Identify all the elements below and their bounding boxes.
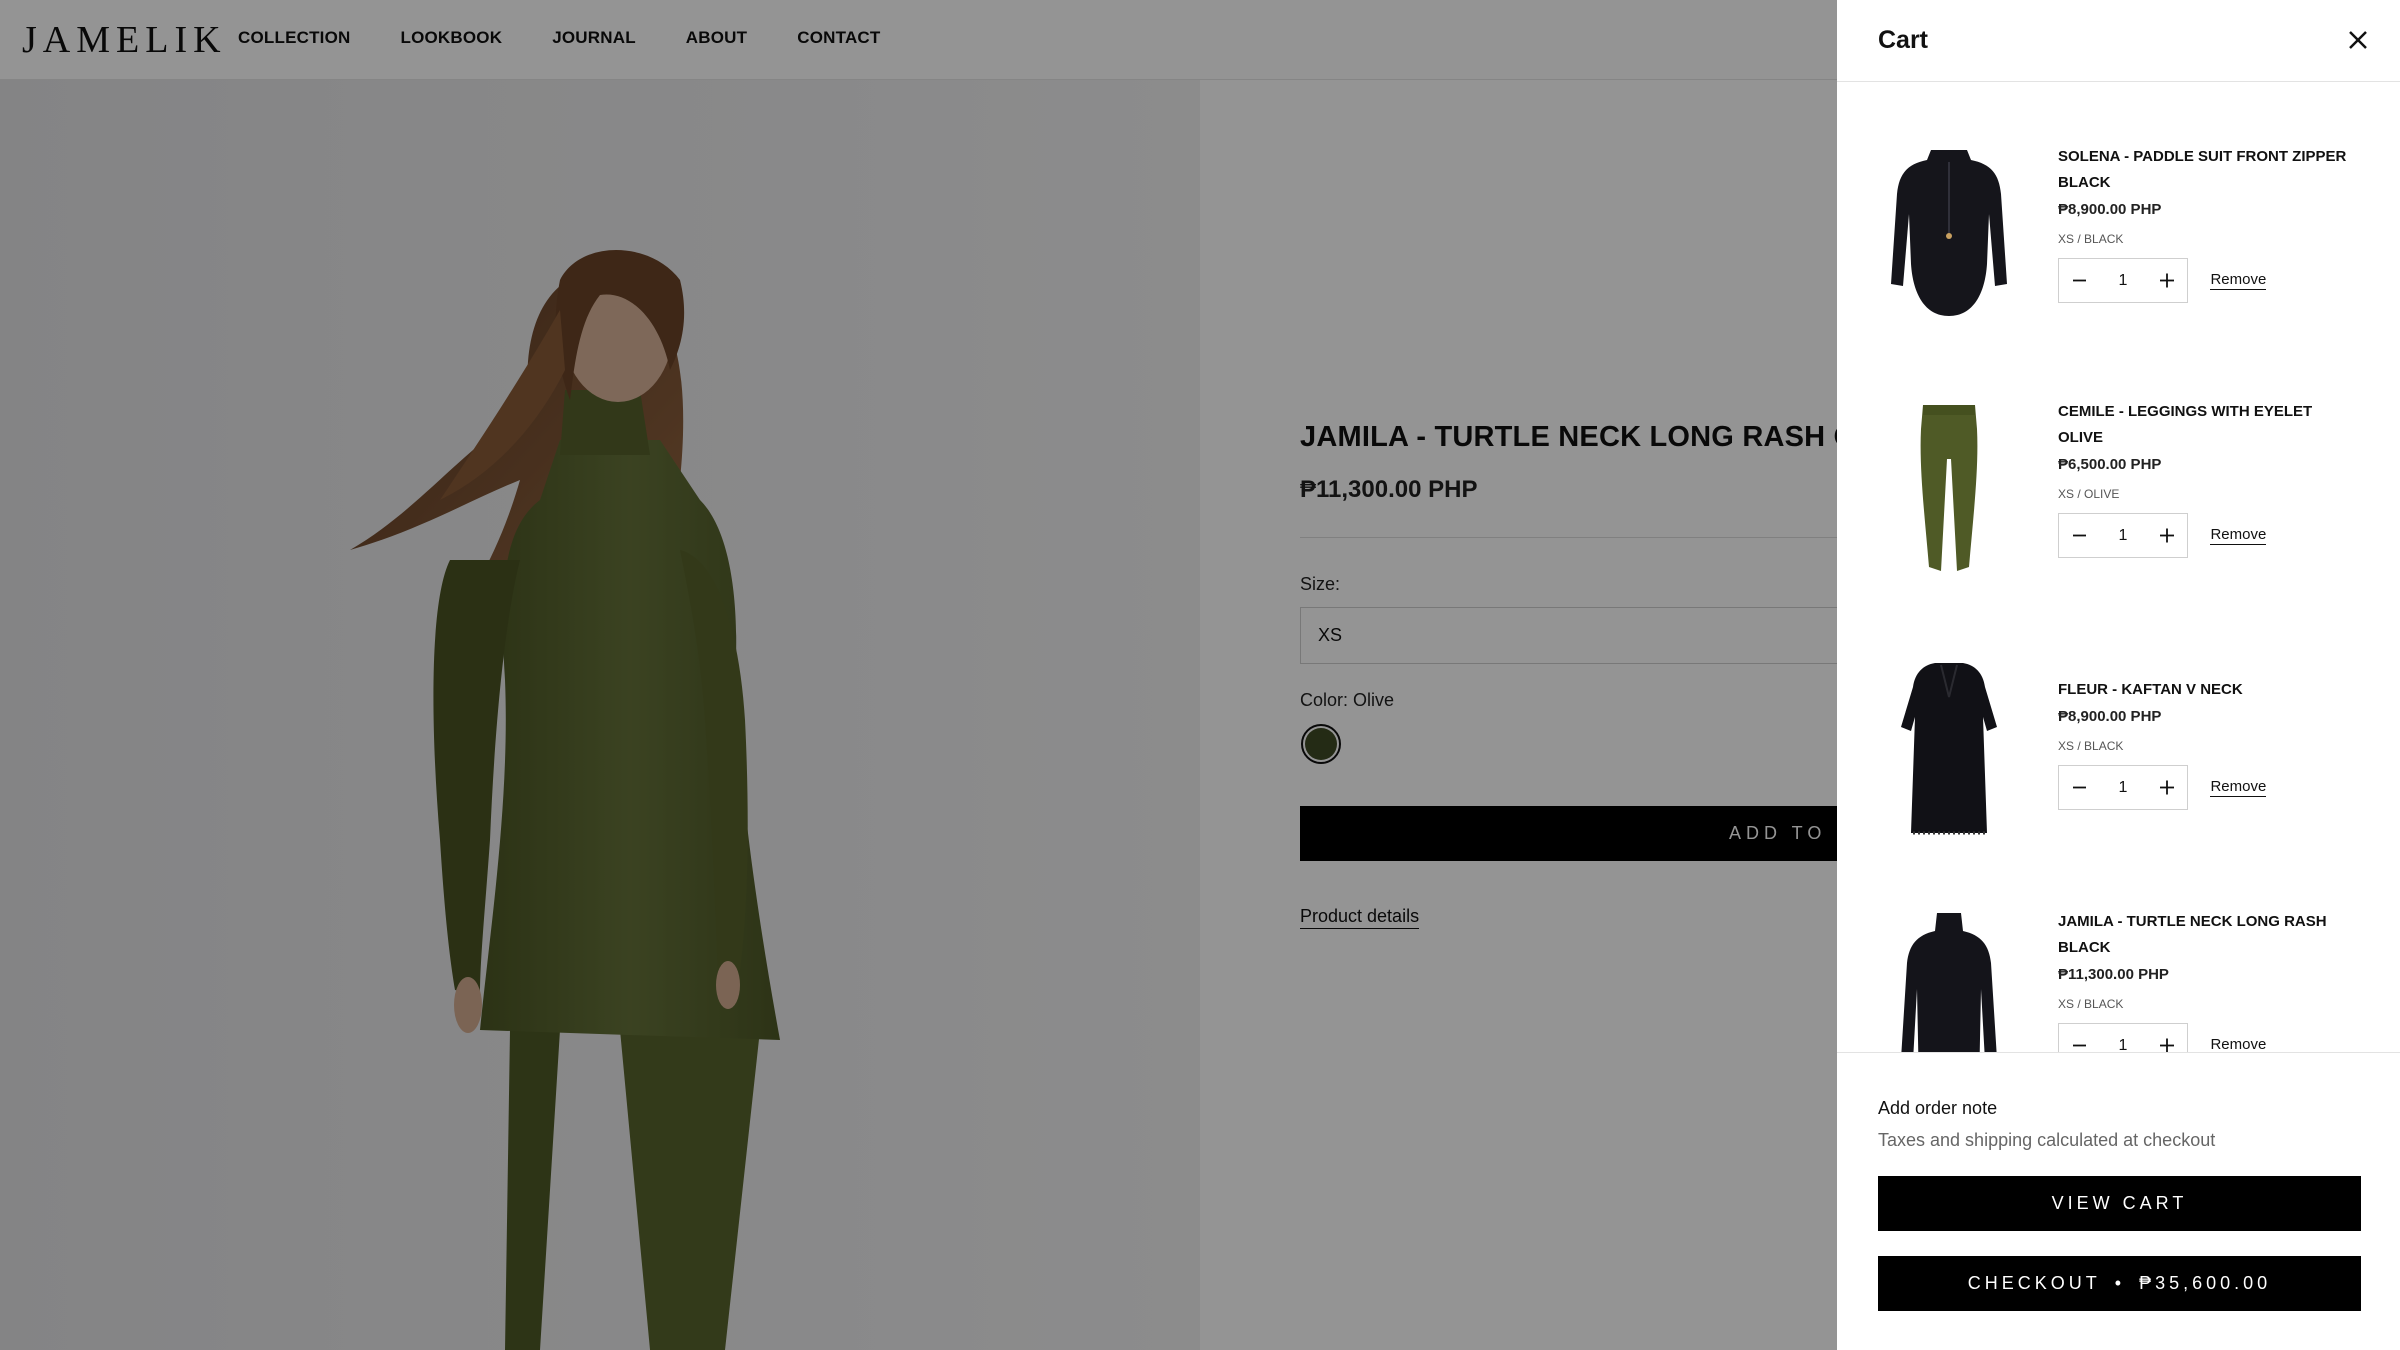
- checkout-total: ₱35,600.00: [2139, 1273, 2272, 1293]
- quantity-stepper: 1: [2058, 765, 2188, 810]
- cart-item-info: SOLENA - PADDLE SUIT FRONT ZIPPER BLACK …: [2058, 144, 2358, 303]
- increase-quantity-button[interactable]: [2147, 259, 2187, 302]
- cart-item-title[interactable]: SOLENA - PADDLE SUIT FRONT ZIPPER BLACK: [2058, 144, 2358, 196]
- minus-icon: [2073, 1044, 2086, 1047]
- checkout-separator: •: [2114, 1273, 2126, 1293]
- checkout-label: CHECKOUT: [1967, 1273, 2101, 1293]
- add-order-note-link[interactable]: Add order note: [1878, 1098, 1997, 1119]
- cart-item-info: FLEUR - KAFTAN V NECK ₱8,900.00 PHP XS /…: [2058, 677, 2358, 810]
- close-button[interactable]: [2342, 24, 2374, 56]
- remove-item-link[interactable]: Remove: [2210, 778, 2267, 797]
- cart-header: Cart: [1837, 0, 2400, 82]
- cart-item-title[interactable]: FLEUR - KAFTAN V NECK: [2058, 677, 2358, 703]
- increase-quantity-button[interactable]: [2147, 514, 2187, 557]
- decrease-quantity-button[interactable]: [2059, 514, 2099, 557]
- quantity-value[interactable]: 1: [2099, 1024, 2147, 1052]
- quantity-value[interactable]: 1: [2099, 766, 2147, 809]
- tax-shipping-note: Taxes and shipping calculated at checkou…: [1878, 1130, 2216, 1150]
- cart-item-variant: XS / BLACK: [2058, 739, 2124, 753]
- decrease-quantity-button[interactable]: [2059, 1024, 2099, 1052]
- cart-items[interactable]: SOLENA - PADDLE SUIT FRONT ZIPPER BLACK …: [1837, 82, 2400, 1052]
- decrease-quantity-button[interactable]: [2059, 259, 2099, 302]
- cart-item: SOLENA - PADDLE SUIT FRONT ZIPPER BLACK …: [1837, 144, 2400, 384]
- cart-item-variant: XS / BLACK: [2058, 997, 2124, 1011]
- increase-quantity-button[interactable]: [2147, 1024, 2187, 1052]
- increase-quantity-button[interactable]: [2147, 766, 2187, 809]
- product-thumbnail[interactable]: [1879, 909, 2019, 1052]
- decrease-quantity-button[interactable]: [2059, 766, 2099, 809]
- quantity-stepper: 1: [2058, 1023, 2188, 1052]
- product-thumbnail[interactable]: [1879, 399, 2019, 579]
- cart-item-price: ₱8,900.00 PHP: [2058, 201, 2162, 218]
- plus-icon: [2160, 273, 2174, 288]
- quantity-value[interactable]: 1: [2099, 259, 2147, 302]
- product-thumbnail[interactable]: [1879, 144, 2019, 324]
- view-cart-button[interactable]: VIEW CART: [1878, 1176, 2361, 1231]
- quantity-stepper: 1: [2058, 258, 2188, 303]
- checkout-button[interactable]: CHECKOUT • ₱35,600.00: [1878, 1256, 2361, 1311]
- quantity-stepper: 1: [2058, 513, 2188, 558]
- cart-item-info: CEMILE - LEGGINGS WITH EYELET OLIVE ₱6,5…: [2058, 399, 2358, 558]
- product-thumbnail[interactable]: [1879, 657, 2019, 837]
- cart-item: JAMILA - TURTLE NECK LONG RASH BLACK ₱11…: [1837, 909, 2400, 1052]
- cart-drawer: Cart SOLENA - PADDLE SUIT FRONT ZIPPER B…: [1837, 0, 2400, 1350]
- minus-icon: [2073, 786, 2086, 789]
- plus-icon: [2160, 528, 2174, 543]
- cart-item: CEMILE - LEGGINGS WITH EYELET OLIVE ₱6,5…: [1837, 399, 2400, 639]
- drawer-overlay[interactable]: [0, 0, 1837, 1350]
- cart-item-info: JAMILA - TURTLE NECK LONG RASH BLACK ₱11…: [2058, 909, 2358, 1052]
- cart-item-title[interactable]: JAMILA - TURTLE NECK LONG RASH BLACK: [2058, 909, 2358, 961]
- remove-item-link[interactable]: Remove: [2210, 271, 2267, 290]
- cart-item-variant: XS / BLACK: [2058, 232, 2124, 246]
- cart-title: Cart: [1878, 26, 1929, 54]
- plus-icon: [2160, 780, 2174, 795]
- quantity-value[interactable]: 1: [2099, 514, 2147, 557]
- cart-item: FLEUR - KAFTAN V NECK ₱8,900.00 PHP XS /…: [1837, 657, 2400, 897]
- plus-icon: [2160, 1038, 2174, 1052]
- cart-footer: Add order note Taxes and shipping calcul…: [1837, 1052, 2400, 1350]
- remove-item-link[interactable]: Remove: [2210, 526, 2267, 545]
- close-icon: [2349, 31, 2367, 49]
- cart-item-variant: XS / OLIVE: [2058, 487, 2120, 501]
- cart-item-price: ₱6,500.00 PHP: [2058, 456, 2162, 473]
- cart-item-price: ₱11,300.00 PHP: [2058, 966, 2169, 983]
- minus-icon: [2073, 279, 2086, 282]
- minus-icon: [2073, 534, 2086, 537]
- cart-item-title[interactable]: CEMILE - LEGGINGS WITH EYELET OLIVE: [2058, 399, 2358, 451]
- remove-item-link[interactable]: Remove: [2210, 1036, 2266, 1052]
- cart-item-price: ₱8,900.00 PHP: [2058, 708, 2162, 725]
